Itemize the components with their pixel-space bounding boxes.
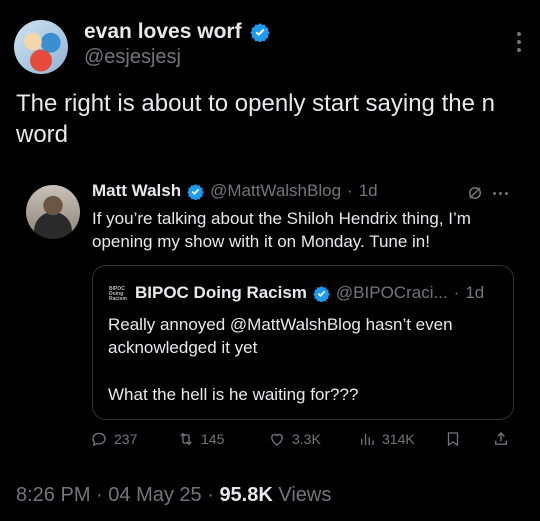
nested-display-name[interactable]: BIPOC Doing Racism	[135, 283, 307, 303]
bookmark-button[interactable]	[444, 430, 462, 448]
separator-dot: ·	[347, 181, 353, 200]
separator-dot: ·	[207, 484, 220, 506]
like-button[interactable]: 3.3K	[268, 430, 321, 448]
quoted-action-bar: 237 145 3.3K 314K	[90, 430, 520, 452]
nested-handle[interactable]: @BIPOCraci...	[336, 283, 448, 303]
more-icon[interactable]	[516, 32, 522, 52]
verified-icon	[187, 183, 204, 200]
nested-author-avatar[interactable]: BIPOC Doing Racism	[109, 284, 129, 304]
share-button[interactable]	[492, 430, 510, 448]
tweet-date[interactable]: 04 May 25	[108, 484, 201, 506]
quoted-age[interactable]: 1d	[359, 181, 378, 201]
repost-button[interactable]: 145	[177, 430, 224, 448]
repost-count: 145	[201, 431, 225, 447]
nested-text-2: What the hell is he waiting for???	[108, 385, 359, 404]
reply-count: 237	[114, 431, 138, 447]
share-icon	[495, 432, 507, 445]
quoted-display-name[interactable]: Matt Walsh	[92, 181, 181, 201]
views-icon	[361, 433, 374, 445]
tweet-views-label: Views	[278, 484, 332, 506]
reply-button[interactable]: 237	[90, 430, 137, 448]
verified-icon	[313, 285, 330, 302]
bookmark-icon	[447, 432, 459, 447]
author-handle[interactable]: @esjesjesj	[84, 46, 181, 69]
separator-dot: ·	[453, 283, 460, 302]
quoted-header: Matt Walsh @MattWalshBlog · 1d	[92, 181, 378, 201]
author-avatar[interactable]	[14, 20, 68, 74]
like-count: 3.3K	[292, 431, 321, 447]
quoted-author-avatar[interactable]	[26, 185, 80, 239]
author-name-row: evan loves worf	[84, 20, 270, 44]
views-count: 314K	[382, 431, 415, 447]
more-icon[interactable]	[493, 192, 508, 195]
quoted-handle[interactable]: @MattWalshBlog	[210, 181, 341, 201]
author-display-name[interactable]: evan loves worf	[84, 20, 242, 44]
nested-text-1: Really annoyed @MattWalshBlog hasn’t eve…	[108, 315, 453, 357]
quoted-text: If you’re talking about the Shiloh Hendr…	[92, 209, 471, 251]
tweet-views-count: 95.8K	[219, 484, 273, 506]
tweet-text: The right is about to openly start sayin…	[16, 90, 495, 148]
tweet-meta: 8:26 PM · 04 May 25 · 95.8K Views	[16, 484, 331, 507]
verified-icon	[249, 23, 270, 42]
views-button[interactable]: 314K	[358, 430, 415, 448]
reply-icon	[92, 432, 106, 447]
tweet-time[interactable]: 8:26 PM	[16, 484, 90, 506]
separator-dot: ·	[96, 484, 109, 506]
nested-age[interactable]: 1d	[465, 283, 484, 303]
like-icon	[271, 433, 283, 446]
nested-header: BIPOC Doing Racism @BIPOCraci... · 1d	[135, 283, 484, 303]
repost-icon	[180, 432, 192, 446]
grok-icon[interactable]	[466, 184, 484, 202]
nested-quote-card[interactable]: BIPOC Doing Racism BIPOC Doing Racism @B…	[92, 265, 514, 420]
